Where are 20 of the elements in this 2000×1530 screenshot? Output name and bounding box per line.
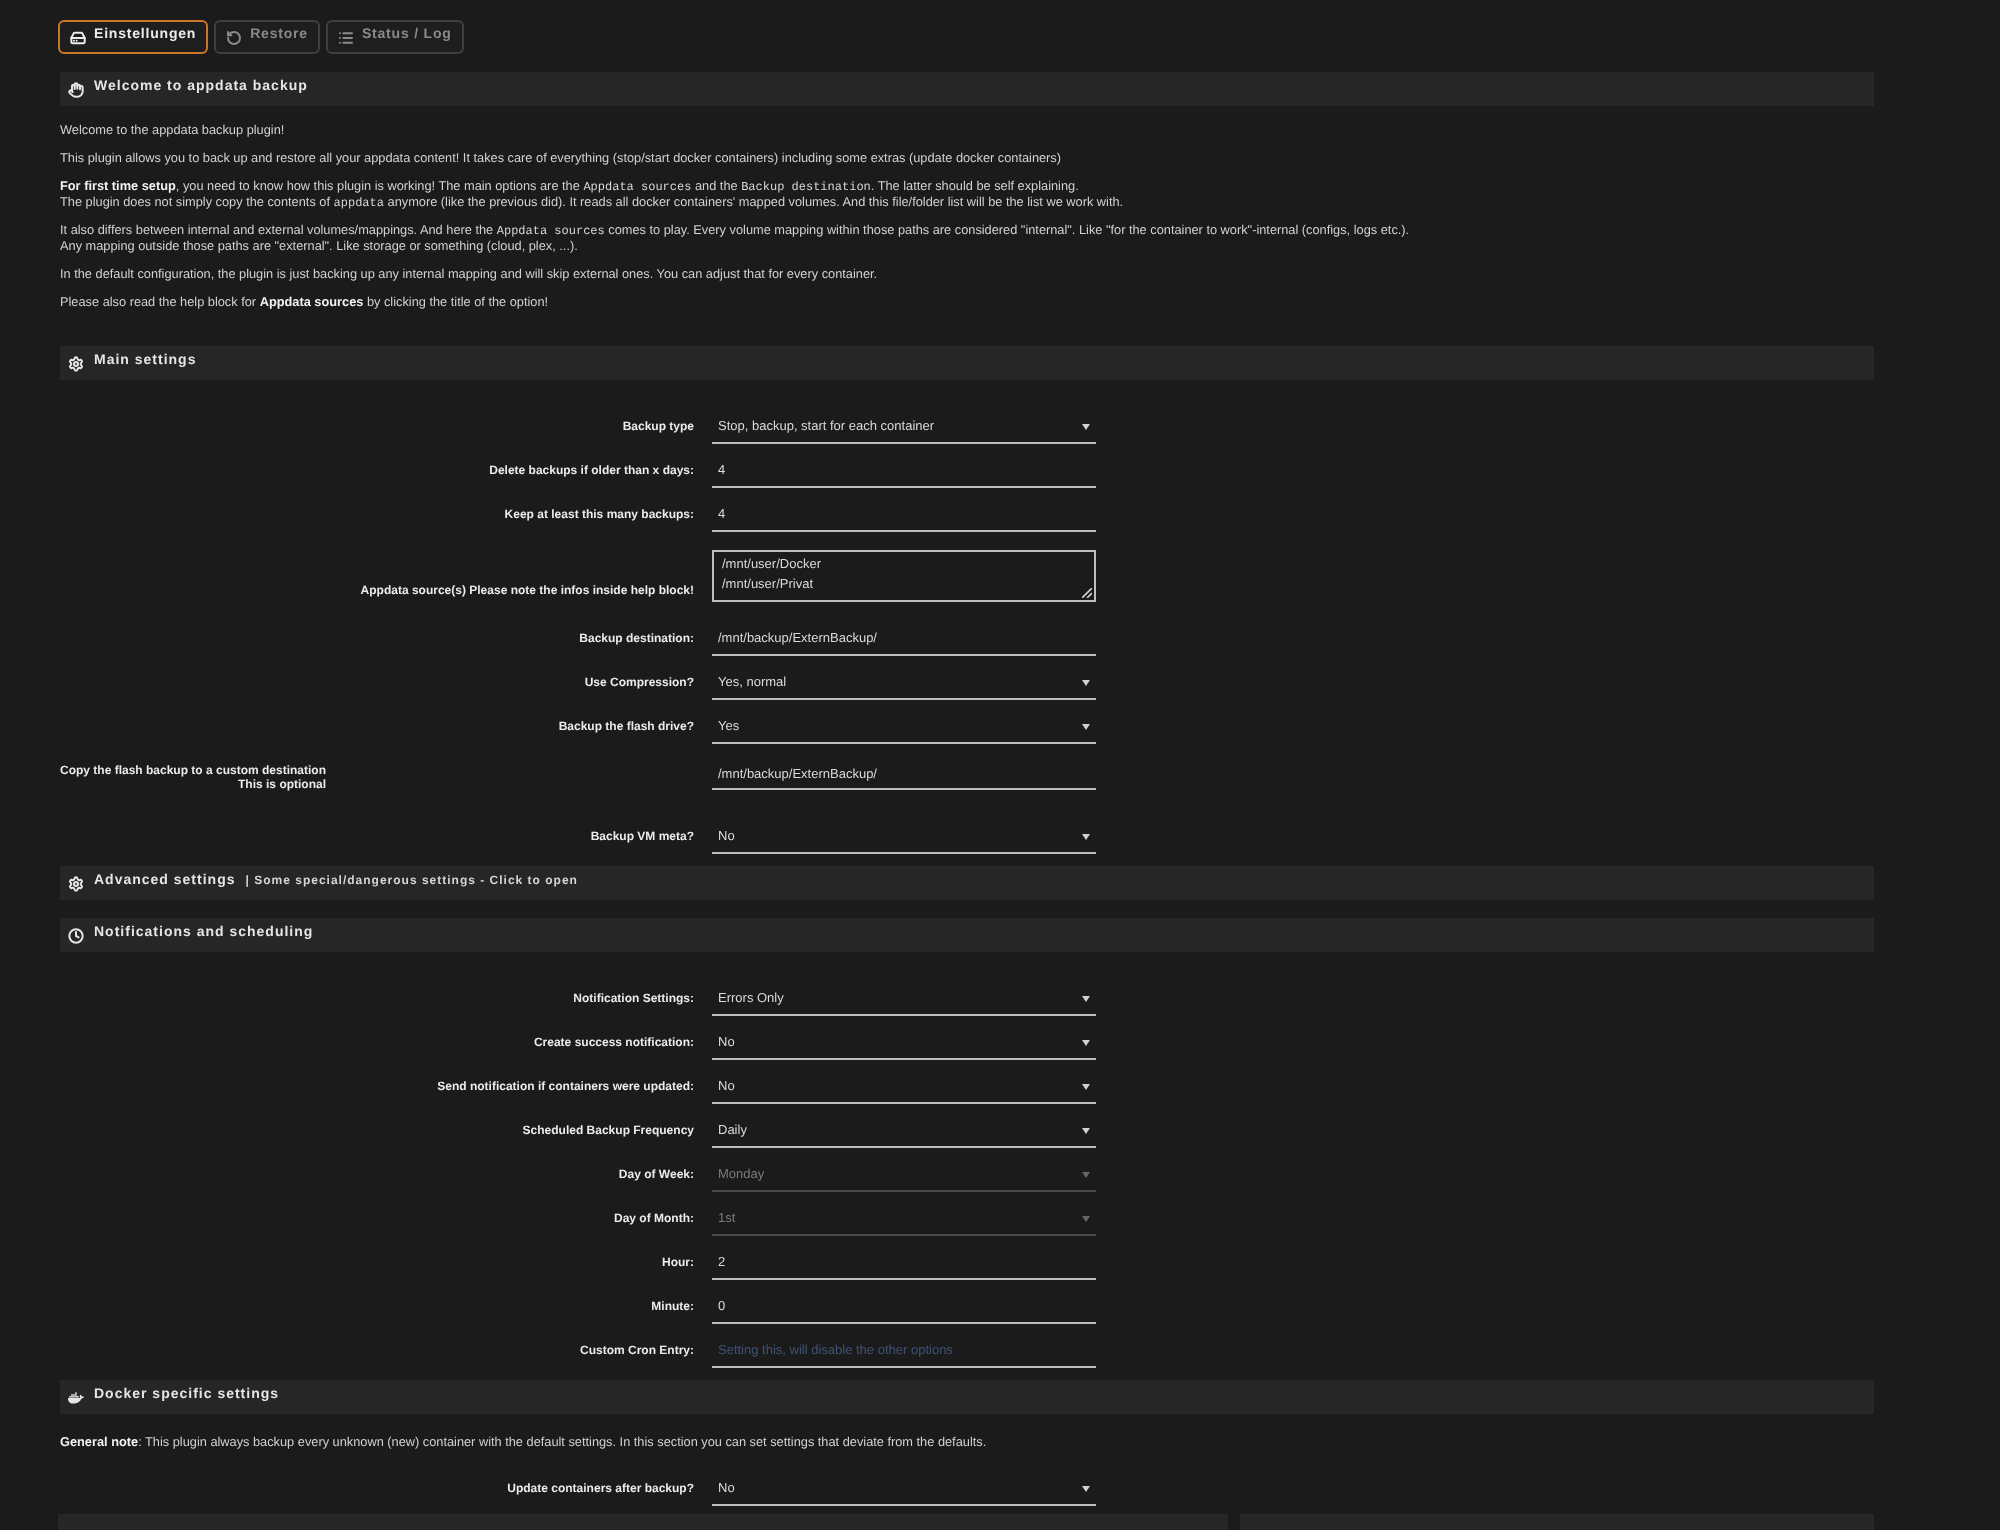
caret-icon bbox=[1082, 724, 1090, 730]
caret-icon bbox=[1082, 424, 1090, 430]
circular-arrow-icon bbox=[226, 29, 243, 45]
caret-icon bbox=[1082, 996, 1090, 1002]
caret-icon bbox=[1082, 1486, 1090, 1492]
resize-handle-icon[interactable] bbox=[1082, 588, 1092, 598]
gear-icon bbox=[68, 355, 84, 371]
caret-icon bbox=[1082, 1128, 1090, 1134]
caret-icon bbox=[1082, 1172, 1090, 1178]
drive-icon bbox=[70, 29, 86, 45]
gear-icon bbox=[68, 875, 84, 891]
caret-icon bbox=[1082, 1084, 1090, 1090]
clock-icon bbox=[68, 927, 84, 943]
caret-icon bbox=[1082, 1216, 1090, 1222]
caret-icon bbox=[1082, 834, 1090, 840]
whale-icon bbox=[68, 1389, 84, 1405]
hand-icon bbox=[68, 81, 84, 97]
list-icon bbox=[337, 29, 354, 45]
caret-icon bbox=[1082, 680, 1090, 686]
caret-icon bbox=[1082, 1040, 1090, 1046]
